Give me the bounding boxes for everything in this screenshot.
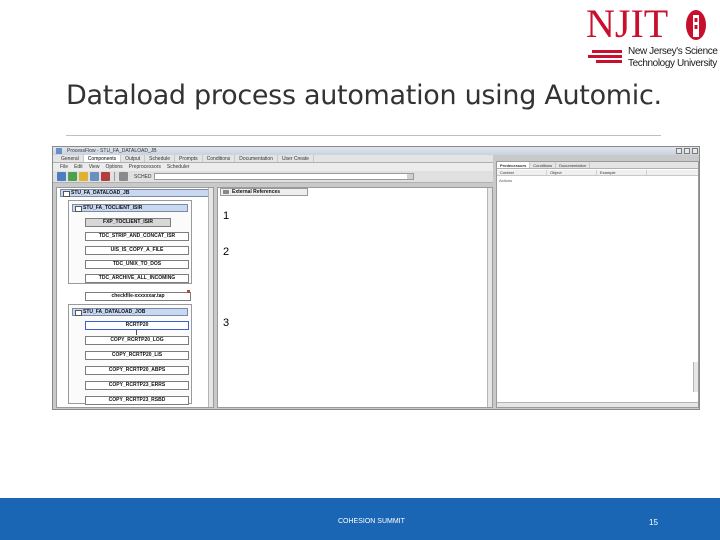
properties-tabs: Predecessors Conditions Documentation [497, 162, 698, 169]
tab-prompts[interactable]: Prompts [175, 155, 203, 162]
object-combo[interactable] [153, 173, 414, 180]
task-uis-copy-file[interactable]: UIS_IS_COPY_A_FILE [85, 246, 189, 255]
menu-options[interactable]: Options [102, 163, 125, 171]
njit-logo: NJIT New Jersey's Science & Technology U… [582, 1, 720, 74]
task-tdc-unix-to-dos[interactable]: TDC_UNIX_TO_DOS [85, 260, 189, 269]
page-number: 15 [649, 518, 658, 527]
column-example[interactable]: Example [597, 170, 647, 175]
menu-scheduler[interactable]: Scheduler [164, 163, 193, 171]
column-context[interactable]: Context [497, 170, 547, 175]
task-status-icon [187, 290, 190, 293]
logo-bars-icon [588, 50, 622, 63]
flow-arrow [136, 330, 137, 335]
workflow-scrollbar[interactable] [208, 188, 213, 407]
tower-icon [686, 10, 706, 40]
tab-rp-conditions[interactable]: Conditions [530, 162, 557, 168]
object-tabs: General Components Output Schedule Promp… [53, 155, 493, 163]
task-checkfile[interactable]: checkfile-xxxxxxar.tap [85, 292, 191, 301]
external-references-tab[interactable]: External References [220, 188, 308, 196]
app-icon [56, 148, 62, 154]
automic-window: ProcessFlow - STU_FA_DATALOAD_JB General… [52, 146, 700, 410]
tab-output[interactable]: Output [121, 155, 146, 162]
tab-documentation[interactable]: Documentation [235, 155, 278, 162]
save-icon[interactable] [57, 172, 66, 181]
toolbar-separator [114, 172, 115, 181]
task-copy-rcrtp20-log[interactable]: COPY_RCRTP20_LOG [85, 336, 189, 345]
properties-columns: Context Object Example [497, 170, 698, 176]
group-toclient-isir: STU_FA_TOCLIENT_ISIR FXP_TOCLIENT_ISIR T… [68, 200, 192, 284]
menu-view[interactable]: View [86, 163, 103, 171]
close-icon[interactable] [692, 148, 698, 154]
menu-file[interactable]: File [57, 163, 71, 171]
properties-hscrollbar[interactable] [497, 402, 698, 407]
step-label-3: 3 [223, 317, 230, 329]
footer-text: COHESION SUMMIT [338, 518, 405, 525]
minimize-icon[interactable] [676, 148, 682, 154]
add-task-icon[interactable] [68, 172, 77, 181]
actions-row: Actions [499, 178, 513, 183]
group-header-toclient-isir[interactable]: STU_FA_TOCLIENT_ISIR [72, 204, 188, 212]
tab-user-create[interactable]: User Create [278, 155, 314, 162]
window-title-bar: ProcessFlow - STU_FA_DATALOAD_JB [53, 147, 699, 155]
combo-label: SCHED [134, 173, 152, 180]
menu-bar: File Edit View Options Preprocessors Sch… [53, 163, 493, 171]
workflow-pane: STU_FA_DATALOAD_JB STU_FA_TOCLIENT_ISIR … [56, 187, 214, 408]
menu-preprocessors[interactable]: Preprocessors [126, 163, 164, 171]
tab-general[interactable]: General [57, 155, 84, 162]
tab-components[interactable]: Components [83, 155, 122, 162]
task-tdc-strip-concat[interactable]: TDC_STRIP_AND_CONCAT_ISR [85, 232, 189, 241]
workflow-header[interactable]: STU_FA_DATALOAD_JB [60, 189, 210, 197]
menu-edit[interactable]: Edit [71, 163, 86, 171]
group-dataload-job: STU_FA_DATALOAD_JOB RCRTP20 COPY_RCRTP20… [68, 304, 192, 405]
maximize-icon[interactable] [684, 148, 690, 154]
task-fxp-toclient-isir[interactable]: FXP_TOCLIENT_ISIR [85, 218, 171, 227]
toolbar: SCHED [53, 171, 493, 183]
window-title: ProcessFlow - STU_FA_DATALOAD_JB [67, 148, 157, 154]
task-rcrtp20[interactable]: RCRTP20 [85, 321, 189, 330]
tab-schedule[interactable]: Schedule [145, 155, 176, 162]
slide-title: Dataload process automation using Automi… [66, 80, 662, 111]
external-references-pane: External References 1 2 3 [217, 187, 493, 408]
delete-icon[interactable] [101, 172, 110, 181]
tab-rp-documentation[interactable]: Documentation [556, 162, 591, 168]
tab-predecessors[interactable]: Predecessors [497, 162, 531, 168]
zoom-icon[interactable] [119, 172, 128, 181]
task-copy-rcrtp20-lis[interactable]: COPY_RCRTP20_LIS [85, 351, 189, 360]
task-copy-rcrtp23-rsbd[interactable]: COPY_RCRTP23_RSBD [85, 396, 189, 405]
logo-tagline-2: Technology University [628, 58, 717, 69]
task-copy-rcrtp20-abps[interactable]: COPY_RCRTP20_ABPS [85, 366, 189, 375]
properties-scrollbar[interactable] [693, 362, 698, 392]
logo-letters: NJIT [586, 1, 669, 46]
task-copy-rcrtp23-errs[interactable]: COPY_RCRTP23_ERRS [85, 381, 189, 390]
folder-icon[interactable] [79, 172, 88, 181]
task-tdc-archive[interactable]: TDC_ARCHIVE_ALL_INCOMING [85, 274, 189, 283]
step-label-2: 2 [223, 246, 230, 258]
properties-pane: Predecessors Conditions Documentation Co… [496, 161, 699, 408]
column-object[interactable]: Object [547, 170, 597, 175]
step-label-1: 1 [223, 210, 230, 222]
logo-tagline-1: New Jersey's Science & [628, 46, 720, 57]
group-header-dataload-job[interactable]: STU_FA_DATALOAD_JOB [72, 308, 188, 316]
title-divider [66, 135, 661, 136]
references-scrollbar[interactable] [487, 188, 492, 407]
link-icon[interactable] [90, 172, 99, 181]
tab-conditions[interactable]: Conditions [203, 155, 236, 162]
